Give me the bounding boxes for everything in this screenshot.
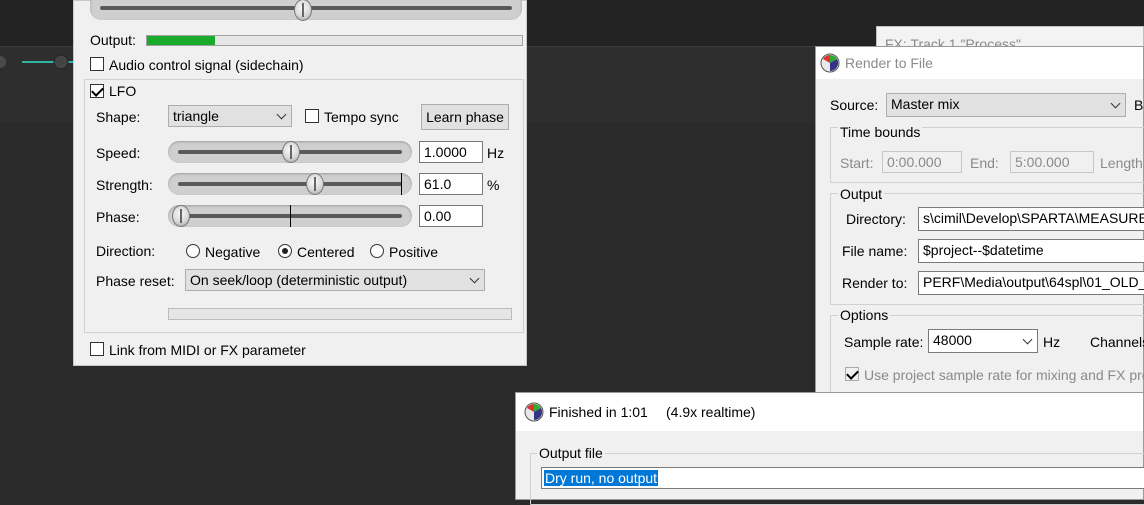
top-slider-thumb[interactable] bbox=[294, 0, 312, 21]
file-name-label: File name: bbox=[842, 243, 908, 259]
strength-input[interactable]: 61.0 bbox=[419, 173, 483, 195]
realtime-ratio: (4.9x realtime) bbox=[666, 404, 756, 420]
phase-input[interactable]: 0.00 bbox=[419, 205, 483, 227]
finished-titlebar[interactable]: Finished in 1:01 (4.9x realtime) bbox=[516, 393, 1143, 431]
output-file-field[interactable]: Dry run, no output bbox=[541, 467, 1144, 489]
tempo-sync-label: Tempo sync bbox=[324, 109, 399, 125]
output-label: Output: bbox=[90, 32, 136, 48]
speed-label: Speed: bbox=[96, 145, 141, 161]
sidechain-checkbox[interactable] bbox=[90, 57, 104, 71]
directory-input[interactable]: s\cimil\Develop\SPARTA\MEASURE bbox=[918, 207, 1144, 231]
tempo-sync-checkbox[interactable] bbox=[305, 109, 319, 123]
direction-label: Direction: bbox=[96, 243, 156, 259]
phase-slider-thumb[interactable] bbox=[172, 205, 190, 227]
sample-rate-value: 48000 bbox=[933, 332, 972, 348]
direction-centered-radio[interactable] bbox=[278, 244, 292, 258]
start-input[interactable]: 0:00.000 bbox=[882, 151, 962, 173]
render-window-title: Render to File bbox=[845, 55, 933, 71]
bounds-label-truncated: B bbox=[1134, 97, 1144, 113]
chevron-down-icon bbox=[1022, 334, 1033, 345]
sample-rate-combo[interactable]: 48000 bbox=[928, 329, 1038, 353]
phase-label: Phase: bbox=[96, 209, 140, 225]
parameter-modulation-panel: Output: Audio control signal (sidechain)… bbox=[73, 0, 527, 366]
direction-centered-label: Centered bbox=[297, 244, 355, 260]
direction-positive-radio[interactable] bbox=[370, 244, 384, 258]
sample-rate-unit: Hz bbox=[1043, 334, 1061, 350]
shape-value: triangle bbox=[173, 108, 219, 124]
phase-reset-dropdown[interactable]: On seek/loop (deterministic output) bbox=[185, 269, 485, 291]
length-label: Length: bbox=[1100, 155, 1144, 171]
use-project-rate-label: Use project sample rate for mixing and F… bbox=[864, 367, 1144, 383]
options-label: Options bbox=[838, 307, 891, 323]
render-titlebar[interactable]: Render to File bbox=[816, 47, 1143, 79]
track-volume-slider[interactable] bbox=[0, 53, 74, 71]
finished-title: Finished in 1:01 bbox=[549, 404, 648, 420]
source-label: Source: bbox=[830, 97, 879, 113]
chevron-down-icon bbox=[1110, 98, 1121, 109]
learn-phase-button[interactable]: Learn phase bbox=[421, 104, 509, 130]
direction-negative-label: Negative bbox=[205, 244, 261, 260]
channels-label: Channels bbox=[1090, 334, 1144, 350]
strength-label: Strength: bbox=[96, 177, 153, 193]
lfo-checkbox[interactable] bbox=[90, 84, 104, 98]
options-group bbox=[830, 315, 1144, 395]
speed-input[interactable]: 1.0000 bbox=[419, 141, 483, 163]
use-project-rate-checkbox[interactable] bbox=[845, 367, 859, 381]
shape-dropdown[interactable]: triangle bbox=[168, 105, 292, 127]
time-bounds-label: Time bounds bbox=[838, 124, 923, 140]
render-to-input[interactable]: PERF\Media\output\64spl\01_OLD_ch bbox=[918, 271, 1144, 295]
speed-slider-thumb[interactable] bbox=[282, 141, 300, 163]
directory-label: Directory: bbox=[846, 211, 906, 227]
render-to-file-window: Render to File Source: Master mix B Time… bbox=[815, 46, 1144, 396]
source-value: Master mix bbox=[891, 96, 960, 112]
lfo-horizontal-scrollbar[interactable] bbox=[168, 308, 512, 320]
output-meter-fill bbox=[147, 36, 215, 45]
output-group-label: Output bbox=[838, 186, 885, 202]
chevron-down-icon bbox=[276, 109, 287, 120]
shape-label: Shape: bbox=[96, 109, 141, 125]
end-label: End: bbox=[970, 155, 999, 171]
start-label: Start: bbox=[840, 155, 874, 171]
strength-slider-thumb[interactable] bbox=[306, 173, 324, 195]
lfo-label: LFO bbox=[109, 83, 137, 99]
phase-slider-marker bbox=[290, 205, 291, 227]
output-meter bbox=[146, 35, 523, 46]
output-file-label: Output file bbox=[537, 445, 605, 461]
reaper-logo-icon bbox=[820, 53, 840, 73]
strength-unit: % bbox=[487, 177, 500, 193]
direction-negative-radio[interactable] bbox=[186, 244, 200, 258]
direction-positive-label: Positive bbox=[389, 244, 439, 260]
reaper-logo-icon bbox=[524, 402, 544, 422]
speed-unit: Hz bbox=[487, 145, 505, 161]
strength-slider-marker bbox=[401, 173, 402, 195]
render-to-label: Render to: bbox=[842, 275, 908, 291]
strength-slider-line bbox=[178, 182, 402, 186]
phase-reset-value: On seek/loop (deterministic output) bbox=[190, 272, 408, 288]
link-midi-label: Link from MIDI or FX parameter bbox=[109, 342, 306, 358]
sidechain-label: Audio control signal (sidechain) bbox=[109, 57, 304, 73]
phase-reset-label: Phase reset: bbox=[96, 273, 175, 289]
output-file-value: Dry run, no output bbox=[544, 470, 659, 486]
render-finished-window: Finished in 1:01 (4.9x realtime) Output … bbox=[515, 392, 1144, 505]
chevron-down-icon bbox=[469, 273, 480, 284]
end-input[interactable]: 5:00.000 bbox=[1010, 151, 1094, 173]
source-dropdown[interactable]: Master mix bbox=[886, 93, 1126, 117]
link-midi-checkbox[interactable] bbox=[90, 342, 104, 356]
file-name-input[interactable]: $project--$datetime bbox=[918, 239, 1144, 263]
sample-rate-label: Sample rate: bbox=[844, 334, 924, 350]
